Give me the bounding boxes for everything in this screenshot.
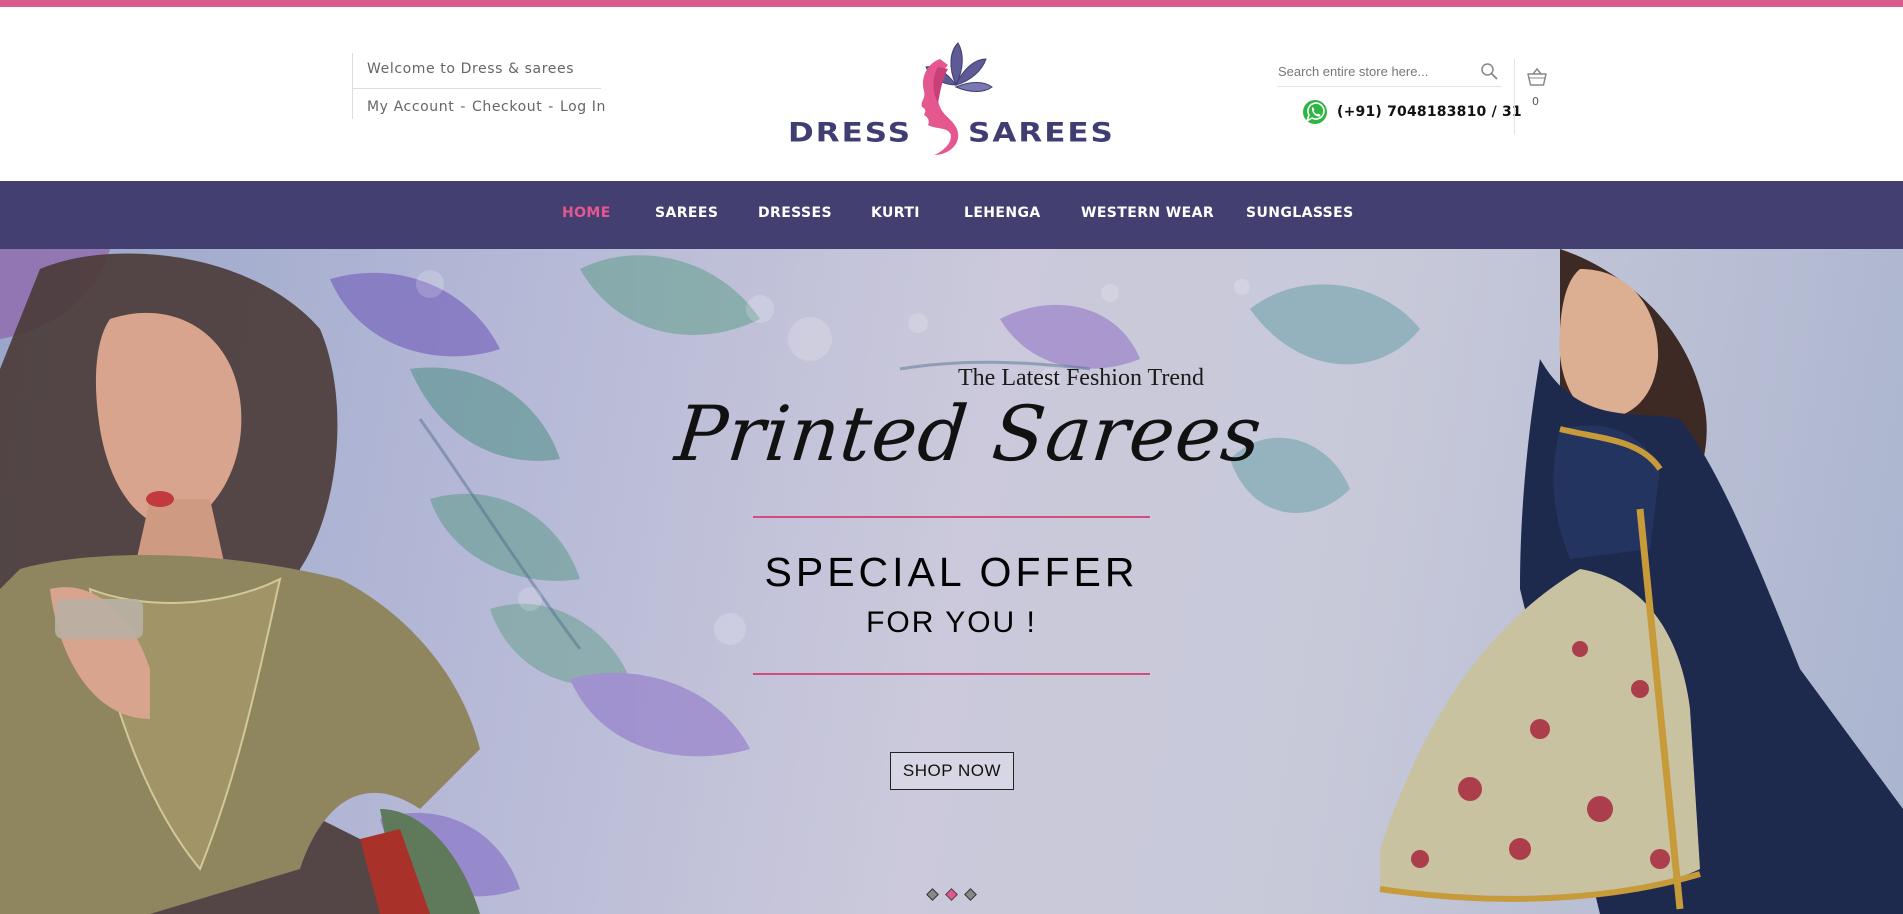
logo-word-dress: DRESS [788,117,913,149]
link-separator: - [460,99,466,115]
hero-tagline: The Latest Feshion Trend [958,365,1204,391]
checkout-link[interactable]: Checkout [472,99,542,115]
cart-divider [1514,59,1515,135]
special-offer-text: SPECIAL OFFER [764,549,1139,595]
search-icon[interactable] [1480,62,1498,80]
account-links: My Account - Checkout - Log In [367,99,606,115]
nav-item-sunglasses[interactable]: SUNGLASSES [1246,205,1354,221]
slide-dot-2[interactable] [945,888,958,901]
hero-divider-top [753,516,1150,518]
whatsapp-icon [1303,100,1327,124]
cart-icon[interactable] [1526,67,1548,87]
site-logo[interactable]: DRESS SAREES [788,37,1113,162]
slide-dot-3[interactable] [964,888,977,901]
nav-item-dresses[interactable]: DRESSES [758,205,832,221]
nav-item-sarees[interactable]: SAREES [655,205,718,221]
hero-banner: The Latest Feshion Trend Printed Sarees … [0,249,1903,914]
nav-item-lehenga[interactable]: LEHENGA [964,205,1041,221]
welcome-divider [353,88,601,89]
welcome-panel: Welcome to Dress & sarees My Account - Che… [352,53,605,119]
welcome-message: Welcome to Dress & sarees [367,61,575,77]
site-header: Welcome to Dress & sarees My Account - Che… [0,7,1903,181]
slide-dot-1[interactable] [926,888,939,901]
top-accent-strip [0,0,1903,7]
hero-headline: Printed Sarees [671,389,1267,478]
main-navigation: HOME SAREES DRESSES KURTI LEHENGA WESTER… [0,181,1903,249]
logo-word-sarees: SAREES [968,117,1115,149]
cart-count: 0 [1532,95,1539,108]
shop-now-button[interactable]: SHOP NOW [890,752,1014,790]
slider-pagination [926,888,977,904]
link-separator: - [548,99,554,115]
right-model-figure [1379,249,1903,914]
hero-divider-bottom [753,673,1150,675]
nav-item-home[interactable]: HOME [562,205,611,221]
login-link[interactable]: Log In [560,99,606,115]
nav-item-kurti[interactable]: KURTI [871,205,920,221]
nav-item-western-wear[interactable]: WESTERN WEAR [1081,205,1214,221]
search-input[interactable] [1278,57,1468,85]
search-box [1278,57,1502,87]
for-you-text: FOR YOU ! [866,606,1037,639]
my-account-link[interactable]: My Account [367,99,454,115]
phone-number: (+91) 7048183810 / 31 [1337,104,1522,120]
